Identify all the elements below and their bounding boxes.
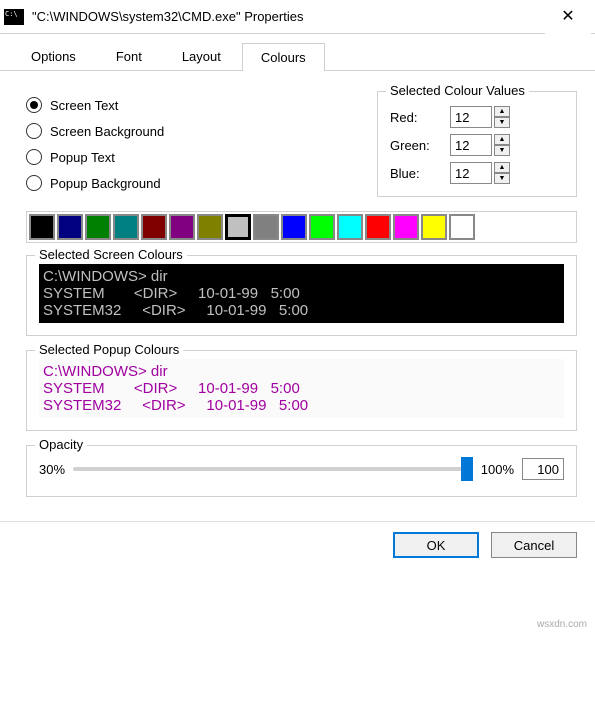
colour-swatch[interactable]: [449, 214, 475, 240]
radio-label: Popup Background: [50, 176, 161, 191]
screen-preview: C:\WINDOWS> dirSYSTEM <DIR> 10-01-99 5:0…: [39, 264, 564, 323]
colour-swatch[interactable]: [169, 214, 195, 240]
colour-swatch[interactable]: [29, 214, 55, 240]
cancel-button[interactable]: Cancel: [491, 532, 577, 558]
red-up-icon[interactable]: ▲: [494, 106, 510, 117]
radio-screen-background[interactable]: Screen Background: [26, 123, 357, 139]
colour-swatch[interactable]: [337, 214, 363, 240]
colour-values-legend: Selected Colour Values: [386, 83, 529, 98]
blue-up-icon[interactable]: ▲: [494, 162, 510, 173]
radio-label: Screen Background: [50, 124, 164, 139]
preview-line: SYSTEM <DIR> 10-01-99 5:00: [43, 380, 564, 397]
colour-swatch[interactable]: [421, 214, 447, 240]
blue-input[interactable]: [450, 162, 492, 184]
opacity-input[interactable]: [522, 458, 564, 480]
watermark-text: wsxdn.com: [537, 619, 587, 630]
tab-layout[interactable]: Layout: [163, 42, 240, 70]
red-down-icon[interactable]: ▼: [494, 117, 510, 128]
popup-preview: C:\WINDOWS> dirSYSTEM <DIR> 10-01-99 5:0…: [39, 359, 564, 418]
radio-screen-text[interactable]: Screen Text: [26, 97, 357, 113]
screen-preview-group: Selected Screen Colours C:\WINDOWS> dirS…: [26, 255, 577, 336]
radio-popup-text[interactable]: Popup Text: [26, 149, 357, 165]
preview-line: C:\WINDOWS> dir: [43, 363, 564, 380]
popup-preview-legend: Selected Popup Colours: [35, 342, 183, 357]
preview-line: SYSTEM <DIR> 10-01-99 5:00: [43, 285, 564, 302]
radio-icon: [26, 175, 42, 191]
radio-label: Screen Text: [50, 98, 118, 113]
cmd-icon: [4, 9, 24, 25]
green-input[interactable]: [450, 134, 492, 156]
colour-swatch[interactable]: [85, 214, 111, 240]
blue-down-icon[interactable]: ▼: [494, 173, 510, 184]
radio-icon: [26, 123, 42, 139]
colour-swatch[interactable]: [113, 214, 139, 240]
tab-strip: Options Font Layout Colours: [0, 34, 595, 71]
colour-values-group: Selected Colour Values Red: ▲▼ Green: ▲▼…: [377, 91, 577, 197]
colour-swatch[interactable]: [365, 214, 391, 240]
popup-preview-group: Selected Popup Colours C:\WINDOWS> dirSY…: [26, 350, 577, 431]
red-input[interactable]: [450, 106, 492, 128]
opacity-slider[interactable]: [73, 467, 473, 471]
preview-line: SYSTEM32 <DIR> 10-01-99 5:00: [43, 302, 564, 319]
screen-preview-legend: Selected Screen Colours: [35, 247, 187, 262]
red-label: Red:: [390, 110, 450, 125]
radio-icon: [26, 97, 42, 113]
tab-options[interactable]: Options: [12, 42, 95, 70]
radio-popup-background[interactable]: Popup Background: [26, 175, 357, 191]
slider-thumb-icon[interactable]: [461, 457, 473, 481]
green-label: Green:: [390, 138, 450, 153]
tab-content: Screen Text Screen Background Popup Text…: [0, 71, 595, 521]
preview-line: C:\WINDOWS> dir: [43, 268, 564, 285]
title-bar: "C:\WINDOWS\system32\CMD.exe" Properties…: [0, 0, 595, 34]
radio-label: Popup Text: [50, 150, 115, 165]
colour-swatch[interactable]: [225, 214, 251, 240]
colour-swatch[interactable]: [141, 214, 167, 240]
colour-swatch[interactable]: [57, 214, 83, 240]
colour-swatch[interactable]: [393, 214, 419, 240]
dialog-buttons: OK Cancel: [0, 521, 595, 568]
opacity-group: Opacity 30% 100%: [26, 445, 577, 497]
opacity-max-label: 100%: [481, 462, 514, 477]
radio-icon: [26, 149, 42, 165]
colour-swatches: [26, 211, 577, 243]
colour-swatch[interactable]: [281, 214, 307, 240]
opacity-legend: Opacity: [35, 437, 87, 452]
colour-swatch[interactable]: [309, 214, 335, 240]
colour-swatch[interactable]: [197, 214, 223, 240]
close-icon[interactable]: ✕: [545, 0, 591, 34]
green-up-icon[interactable]: ▲: [494, 134, 510, 145]
tab-font[interactable]: Font: [97, 42, 161, 70]
green-down-icon[interactable]: ▼: [494, 145, 510, 156]
blue-label: Blue:: [390, 166, 450, 181]
window-title: "C:\WINDOWS\system32\CMD.exe" Properties: [32, 9, 545, 24]
colour-target-radios: Screen Text Screen Background Popup Text…: [26, 91, 357, 211]
preview-line: SYSTEM32 <DIR> 10-01-99 5:00: [43, 397, 564, 414]
colour-swatch[interactable]: [253, 214, 279, 240]
ok-button[interactable]: OK: [393, 532, 479, 558]
tab-colours[interactable]: Colours: [242, 43, 325, 71]
opacity-min-label: 30%: [39, 462, 65, 477]
